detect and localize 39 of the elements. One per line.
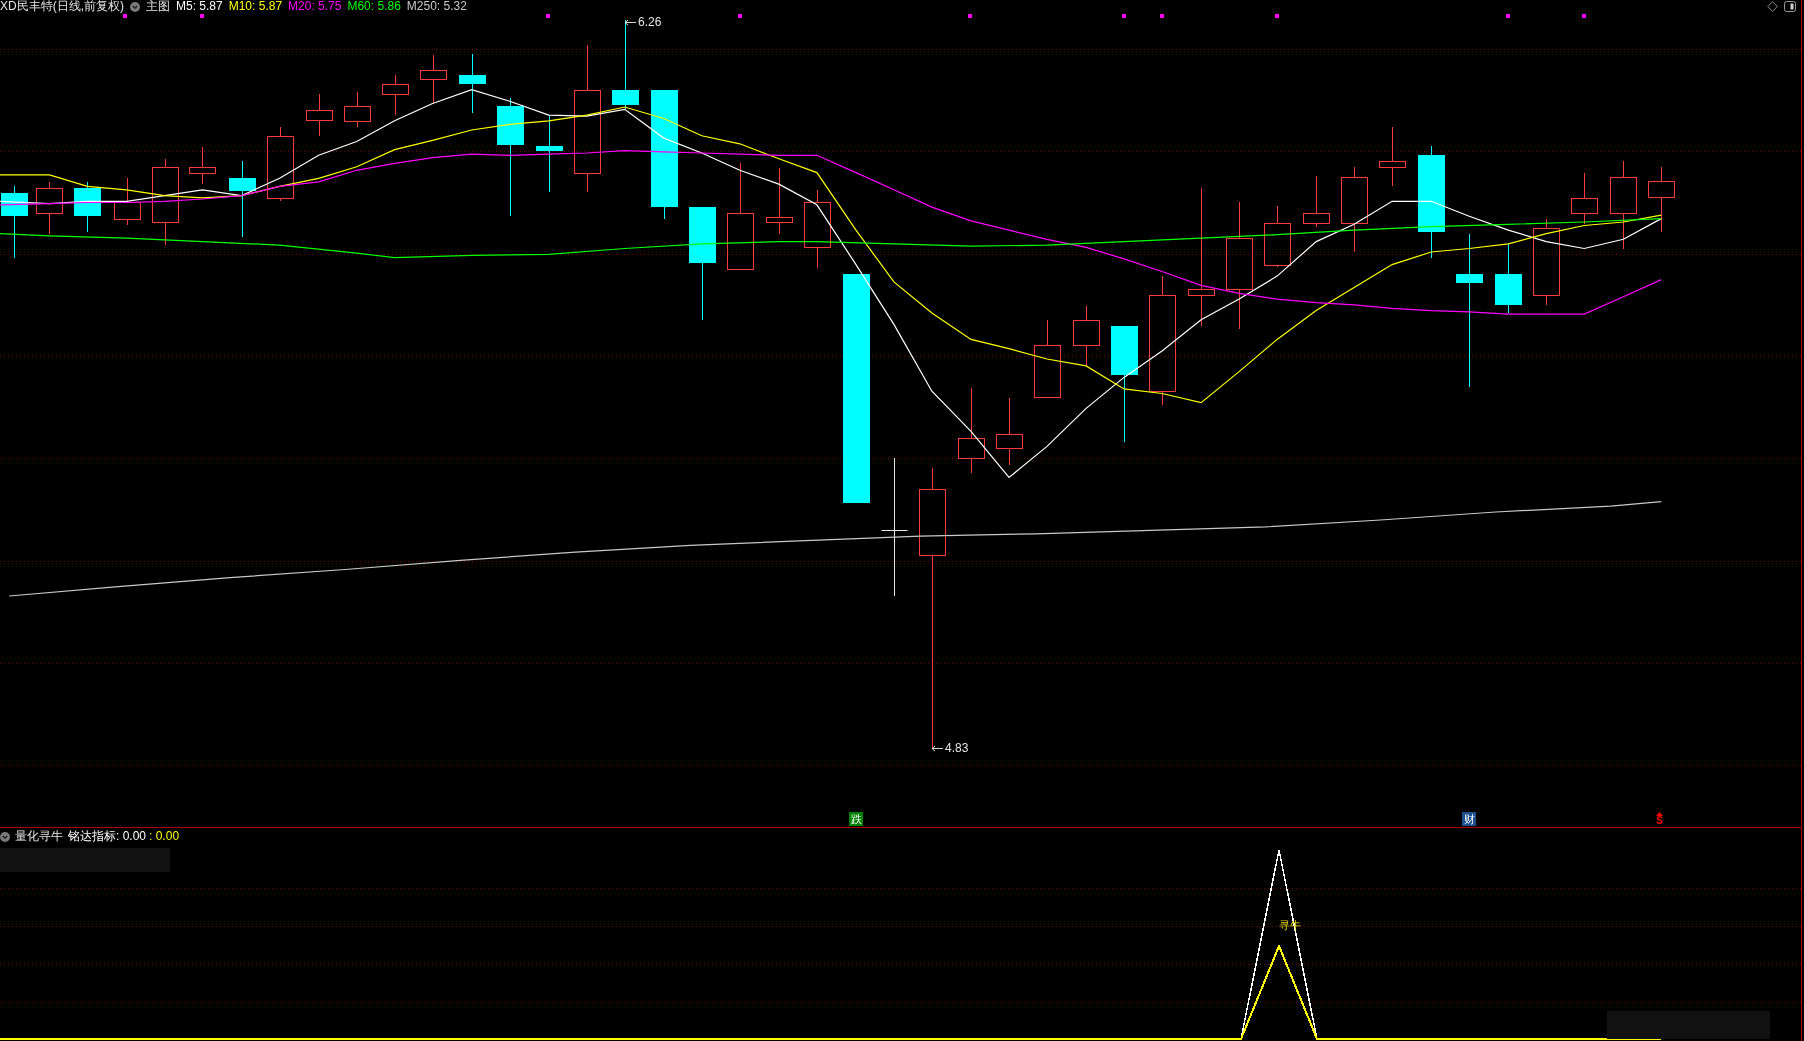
candlestick [766, 167, 793, 235]
candlestick [459, 53, 486, 114]
chevron-down-icon[interactable] [0, 831, 10, 842]
panel-icon[interactable] [1784, 0, 1796, 12]
candlestick [1264, 205, 1291, 268]
candlestick [420, 54, 447, 105]
moving-average-reading: M250: 5.32 [406, 0, 467, 13]
moving-average-reading: M20: 5.75 [288, 0, 342, 13]
price-label: 4.83 [945, 742, 969, 755]
price-label: 6.26 [638, 16, 662, 29]
signal-badge: 财 [1462, 812, 1476, 826]
candlestick [114, 177, 141, 226]
chevron-down-icon[interactable] [130, 1, 140, 12]
candlestick [1379, 126, 1406, 187]
indicator-name: 量化寻牛 [15, 830, 63, 843]
signal-badge: 跌 [849, 812, 863, 826]
candlestick [382, 74, 409, 116]
candlestick [344, 91, 371, 128]
candlestick [1571, 172, 1598, 225]
candlestick [189, 146, 216, 185]
indicator-reading: : 0.00 [149, 830, 180, 843]
candlestick [74, 181, 101, 233]
moving-average-reading: M5: 5.87 [176, 0, 223, 13]
candlestick [1303, 175, 1330, 228]
chart-title: XD民丰特(日线,前复权) [0, 0, 124, 13]
indicator-reading: 铭达指标: 0.00 [68, 830, 147, 843]
candlestick [996, 397, 1023, 466]
candlestick [1648, 166, 1675, 233]
candlestick [1495, 242, 1522, 314]
candlestick [36, 181, 63, 235]
signal-label: S [1656, 816, 1663, 826]
diamond-icon[interactable] [1767, 0, 1778, 12]
pointer-arrow-icon [624, 19, 637, 26]
moving-average-reading: M10: 5.87 [228, 0, 283, 13]
candlestick [1073, 305, 1100, 367]
pane-label: 主图 [146, 0, 170, 13]
pointer-arrow-icon [931, 745, 944, 752]
candlestick [306, 93, 333, 137]
moving-average-reading: M60: 5.86 [347, 0, 401, 13]
